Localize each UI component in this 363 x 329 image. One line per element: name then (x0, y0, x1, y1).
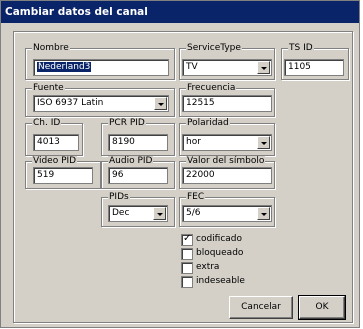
dialog-window: Cambiar datos del canal Nombre Nederland… (0, 0, 360, 328)
checkbox-label: indeseable (196, 276, 245, 286)
frecuencia-input[interactable]: 12515 (182, 95, 272, 112)
pids-select[interactable]: Dec (108, 205, 168, 222)
polaridad-select[interactable]: hor (182, 134, 272, 151)
pids-label: PIDs (108, 192, 130, 203)
video-pid-value: 519 (37, 170, 55, 180)
checkbox-box[interactable]: ✓ (181, 233, 193, 246)
checkbox-label: codificado (196, 234, 243, 244)
pids-value: Dec (112, 208, 130, 218)
checkbox-label: bloqueado (196, 248, 244, 258)
pcr-pid-value: 8190 (112, 137, 135, 147)
ch-id-input[interactable]: 4013 (33, 134, 79, 151)
audio-pid-input[interactable]: 96 (108, 167, 168, 184)
fec-select[interactable]: 5/6 (182, 205, 272, 222)
ok-button[interactable]: OK (298, 295, 346, 320)
polaridad-label: Polaridad (186, 118, 230, 129)
frecuencia-value: 12515 (186, 98, 215, 108)
audio-pid-value: 96 (112, 170, 124, 180)
polaridad-value: hor (186, 137, 201, 147)
video-pid-input[interactable]: 519 (33, 167, 93, 184)
service-type-select[interactable]: TV (182, 59, 272, 76)
pids-chevron-down-icon[interactable] (153, 207, 166, 220)
checkbox-box[interactable] (181, 262, 193, 274)
polaridad-chevron-down-icon[interactable] (257, 136, 270, 149)
fuente-value: ISO 6937 Latin (37, 98, 104, 108)
video-pid-label: Video PID (32, 156, 78, 167)
fec-label: FEC (186, 192, 206, 203)
checkmark-icon: ✓ (183, 233, 192, 244)
ts-id-value: 1105 (288, 62, 311, 72)
checkbox-label: extra (196, 262, 220, 272)
pcr-pid-input[interactable]: 8190 (108, 134, 168, 151)
nombre-value: Nederland3 (37, 62, 92, 72)
fec-chevron-down-icon[interactable] (257, 207, 270, 220)
checkbox-box[interactable] (181, 248, 193, 260)
pcr-pid-label: PCR PID (108, 118, 146, 129)
service-type-value: TV (186, 62, 198, 72)
service-type-chevron-down-icon[interactable] (257, 61, 270, 74)
title-bar: Cambiar datos del canal (1, 1, 359, 23)
nombre-input[interactable]: Nederland3 (33, 59, 169, 76)
nombre-label: Nombre (32, 43, 70, 54)
fuente-label: Fuente (32, 83, 65, 94)
cancel-button[interactable]: Cancelar (229, 296, 293, 319)
valor-simbolo-input[interactable]: 22000 (182, 167, 272, 184)
frecuencia-label: Frecuencia (186, 83, 237, 94)
ch-id-label: Ch. ID (32, 118, 62, 129)
fuente-select[interactable]: ISO 6937 Latin (33, 95, 169, 112)
checkbox-box[interactable] (181, 276, 193, 288)
service-type-label: ServiceType (186, 43, 242, 54)
window-title: Cambiar datos del canal (5, 6, 148, 18)
ch-id-value: 4013 (37, 137, 60, 147)
valor-simbolo-label: Valor del símbolo (186, 156, 266, 167)
fec-value: 5/6 (186, 208, 201, 218)
ts-id-input[interactable]: 1105 (284, 59, 344, 76)
valor-simbolo-value: 22000 (186, 170, 215, 180)
fuente-chevron-down-icon[interactable] (154, 97, 167, 110)
audio-pid-label: Audio PID (108, 156, 154, 167)
ts-id-label: TS ID (288, 43, 314, 54)
